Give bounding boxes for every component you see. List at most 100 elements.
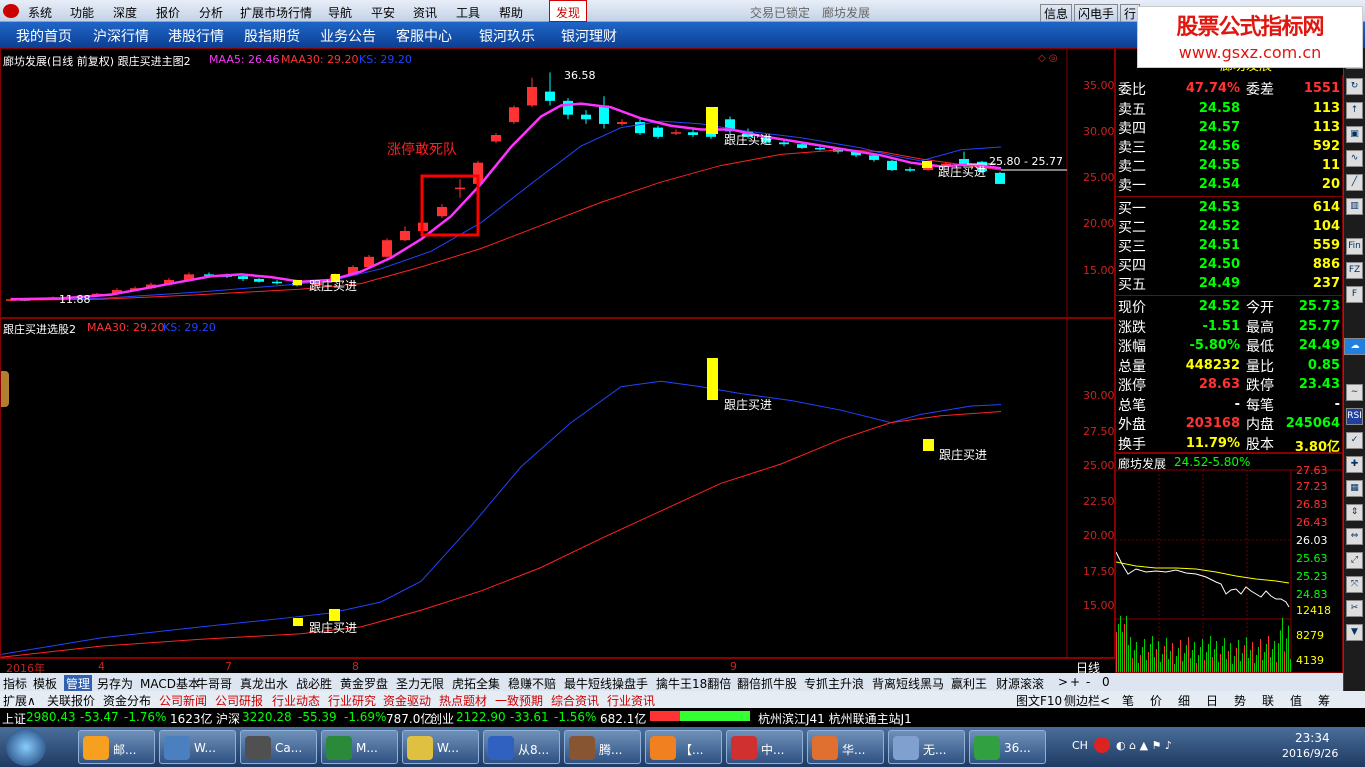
tray-icons[interactable]: ◐ ⌂ ▲ ⚑ ♪ bbox=[1116, 739, 1172, 752]
tool-fz-icon[interactable]: FZ bbox=[1346, 262, 1363, 279]
indicator-tab[interactable]: 模板 bbox=[33, 675, 57, 692]
info-tab[interactable]: 扩展∧ bbox=[3, 692, 36, 709]
indicator-tab[interactable]: 另存为 bbox=[97, 675, 133, 692]
indicator-tab[interactable]: 最牛短线操盘手 bbox=[564, 675, 648, 692]
tool-f10-icon[interactable]: F bbox=[1346, 286, 1363, 303]
menu-extended-market[interactable]: 扩展市场行情 bbox=[240, 4, 312, 21]
tool-scale-icon[interactable]: ⇕ bbox=[1346, 504, 1363, 521]
indicator-tab[interactable]: MACD基本 bbox=[140, 675, 200, 692]
tool-fin-icon[interactable]: Fin bbox=[1346, 238, 1363, 255]
indicator-tab[interactable]: 翻倍抓牛股 bbox=[737, 675, 797, 692]
info-tab[interactable]: 资金驱动 bbox=[383, 692, 431, 709]
nav-announcements[interactable]: 业务公告 bbox=[320, 26, 376, 46]
collapse-handle[interactable] bbox=[1, 371, 9, 407]
tool-arrow-icon[interactable]: ↑ bbox=[1346, 102, 1363, 119]
side-tab[interactable]: 筹 bbox=[1318, 692, 1330, 709]
taskbar-app-button[interactable]: 36... bbox=[969, 730, 1046, 764]
side-tab[interactable]: 联 bbox=[1262, 692, 1274, 709]
tool-kline-icon[interactable]: ▥ bbox=[1346, 198, 1363, 215]
nav-yinhe-finance[interactable]: 银河理财 bbox=[561, 26, 617, 46]
side-tab[interactable]: 价 bbox=[1150, 692, 1162, 709]
tab-reset-button[interactable]: 0 bbox=[1102, 675, 1110, 689]
info-tab[interactable]: 关联报价 bbox=[47, 692, 95, 709]
tool-cut-icon[interactable]: ✂ bbox=[1346, 600, 1363, 617]
nav-index-futures[interactable]: 股指期货 bbox=[244, 26, 300, 46]
menu-tools[interactable]: 工具 bbox=[456, 4, 480, 21]
indicator-tab[interactable]: 真龙出水 bbox=[240, 675, 288, 692]
flash-trade-button[interactable]: 闪电手 bbox=[1074, 4, 1119, 23]
tab-next-button[interactable]: > bbox=[1058, 675, 1068, 689]
nav-hk-market[interactable]: 港股行情 bbox=[168, 26, 224, 46]
taskbar-app-button[interactable]: 中... bbox=[726, 730, 803, 764]
indicator-tab[interactable]: 赢利王 bbox=[951, 675, 987, 692]
tool-cross-icon[interactable]: ✚ bbox=[1346, 456, 1363, 473]
side-tab[interactable]: 细 bbox=[1178, 692, 1190, 709]
nav-service-center[interactable]: 客服中心 bbox=[396, 26, 452, 46]
side-tab[interactable]: 图文F10 bbox=[1016, 692, 1062, 709]
tab-remove-button[interactable]: - bbox=[1086, 675, 1090, 689]
menu-help[interactable]: 帮助 bbox=[499, 4, 523, 21]
taskbar-app-button[interactable]: 邮... bbox=[78, 730, 155, 764]
start-button-icon[interactable] bbox=[6, 728, 46, 766]
indicator-tab[interactable]: 管理 bbox=[64, 675, 93, 692]
menu-navigate[interactable]: 导航 bbox=[328, 4, 352, 21]
clock-date[interactable]: 2016/9/26 bbox=[1282, 747, 1338, 760]
menu-system[interactable]: 系统 bbox=[28, 4, 52, 21]
indicator-tab[interactable]: 牛哥哥 bbox=[196, 675, 232, 692]
info-tab[interactable]: 行业研究 bbox=[328, 692, 376, 709]
tool-move-icon[interactable]: ⇔ bbox=[1346, 528, 1363, 545]
side-tab[interactable]: 日 bbox=[1206, 692, 1218, 709]
indicator-tab[interactable]: 背离短线黑马 bbox=[872, 675, 944, 692]
taskbar-app-button[interactable]: 腾... bbox=[564, 730, 641, 764]
tool-mark-icon[interactable]: ✓ bbox=[1346, 432, 1363, 449]
nav-hs-market[interactable]: 沪深行情 bbox=[93, 26, 149, 46]
indicator-tab[interactable]: 专抓主升浪 bbox=[804, 675, 864, 692]
tool-refresh-icon[interactable]: ↻ bbox=[1346, 78, 1363, 95]
menu-info[interactable]: 资讯 bbox=[413, 4, 437, 21]
info-tab[interactable]: 资金分布 bbox=[103, 692, 151, 709]
tab-add-button[interactable]: + bbox=[1070, 675, 1080, 689]
taskbar-app-button[interactable]: M... bbox=[321, 730, 398, 764]
taskbar-app-button[interactable]: 从8... bbox=[483, 730, 560, 764]
tool-cloud-icon[interactable]: ☁ bbox=[1344, 338, 1365, 355]
sub-indicator-panel[interactable]: 跟庄买进选股2 MAA30: 29.20 KS: 29.20 跟庄买进 跟庄买进… bbox=[0, 318, 1115, 659]
info-tab[interactable]: 热点题材 bbox=[439, 692, 487, 709]
nav-yinhe-jiule[interactable]: 银河玖乐 bbox=[479, 26, 535, 46]
side-tab[interactable]: 值 bbox=[1290, 692, 1302, 709]
indicator-tab[interactable]: 圣力无限 bbox=[396, 675, 444, 692]
tool-grid-icon[interactable]: ▦ bbox=[1346, 480, 1363, 497]
info-tab[interactable]: 综合资讯 bbox=[551, 692, 599, 709]
info-tab[interactable]: 行业资讯 bbox=[607, 692, 655, 709]
tool-chart-icon[interactable]: ∿ bbox=[1346, 150, 1363, 167]
info-tab[interactable]: 公司研报 bbox=[215, 692, 263, 709]
main-kline-panel[interactable]: 廊坊发展(日线 前复权) 跟庄买进主图2 MAA5: 26.46 MAA30: … bbox=[0, 48, 1115, 319]
taskbar-app-button[interactable]: 华... bbox=[807, 730, 884, 764]
menu-analysis[interactable]: 分析 bbox=[199, 4, 223, 21]
taskbar-app-button[interactable]: W... bbox=[159, 730, 236, 764]
indicator-tab[interactable]: 指标 bbox=[3, 675, 27, 692]
indicator-tab[interactable]: 虎拓全集 bbox=[452, 675, 500, 692]
tool-rsi-icon[interactable]: RSI bbox=[1346, 408, 1363, 425]
menu-pingan[interactable]: 平安 bbox=[371, 4, 395, 21]
menu-quote[interactable]: 报价 bbox=[156, 4, 180, 21]
taskbar-app-button[interactable]: 无... bbox=[888, 730, 965, 764]
ime-indicator[interactable]: CH bbox=[1072, 739, 1088, 752]
chart-controls-icon[interactable]: ◇ ◎ bbox=[1038, 53, 1058, 64]
tool-link-icon[interactable]: ⤧ bbox=[1346, 576, 1363, 593]
menu-function[interactable]: 功能 bbox=[70, 4, 94, 21]
info-tab[interactable]: 一致预期 bbox=[495, 692, 543, 709]
indicator-tab[interactable]: 财源滚滚 bbox=[996, 675, 1044, 692]
nav-home[interactable]: 我的首页 bbox=[16, 26, 72, 46]
taskbar-app-button[interactable]: W... bbox=[402, 730, 479, 764]
indicator-tab[interactable]: 擒牛王18翻倍 bbox=[656, 675, 731, 692]
indicator-tab[interactable]: 黄金罗盘 bbox=[340, 675, 388, 692]
tool-down-icon[interactable]: ▼ bbox=[1346, 624, 1363, 641]
info-tab[interactable]: 行业动态 bbox=[272, 692, 320, 709]
sogou-icon[interactable] bbox=[1094, 737, 1110, 753]
menu-depth[interactable]: 深度 bbox=[113, 4, 137, 21]
side-tab[interactable]: 笔 bbox=[1122, 692, 1134, 709]
taskbar-app-button[interactable]: 【... bbox=[645, 730, 722, 764]
side-tab[interactable]: 侧边栏< bbox=[1064, 692, 1110, 709]
tool-expand-icon[interactable]: ⤢ bbox=[1346, 552, 1363, 569]
tool-zoom-icon[interactable]: ▣ bbox=[1346, 126, 1363, 143]
